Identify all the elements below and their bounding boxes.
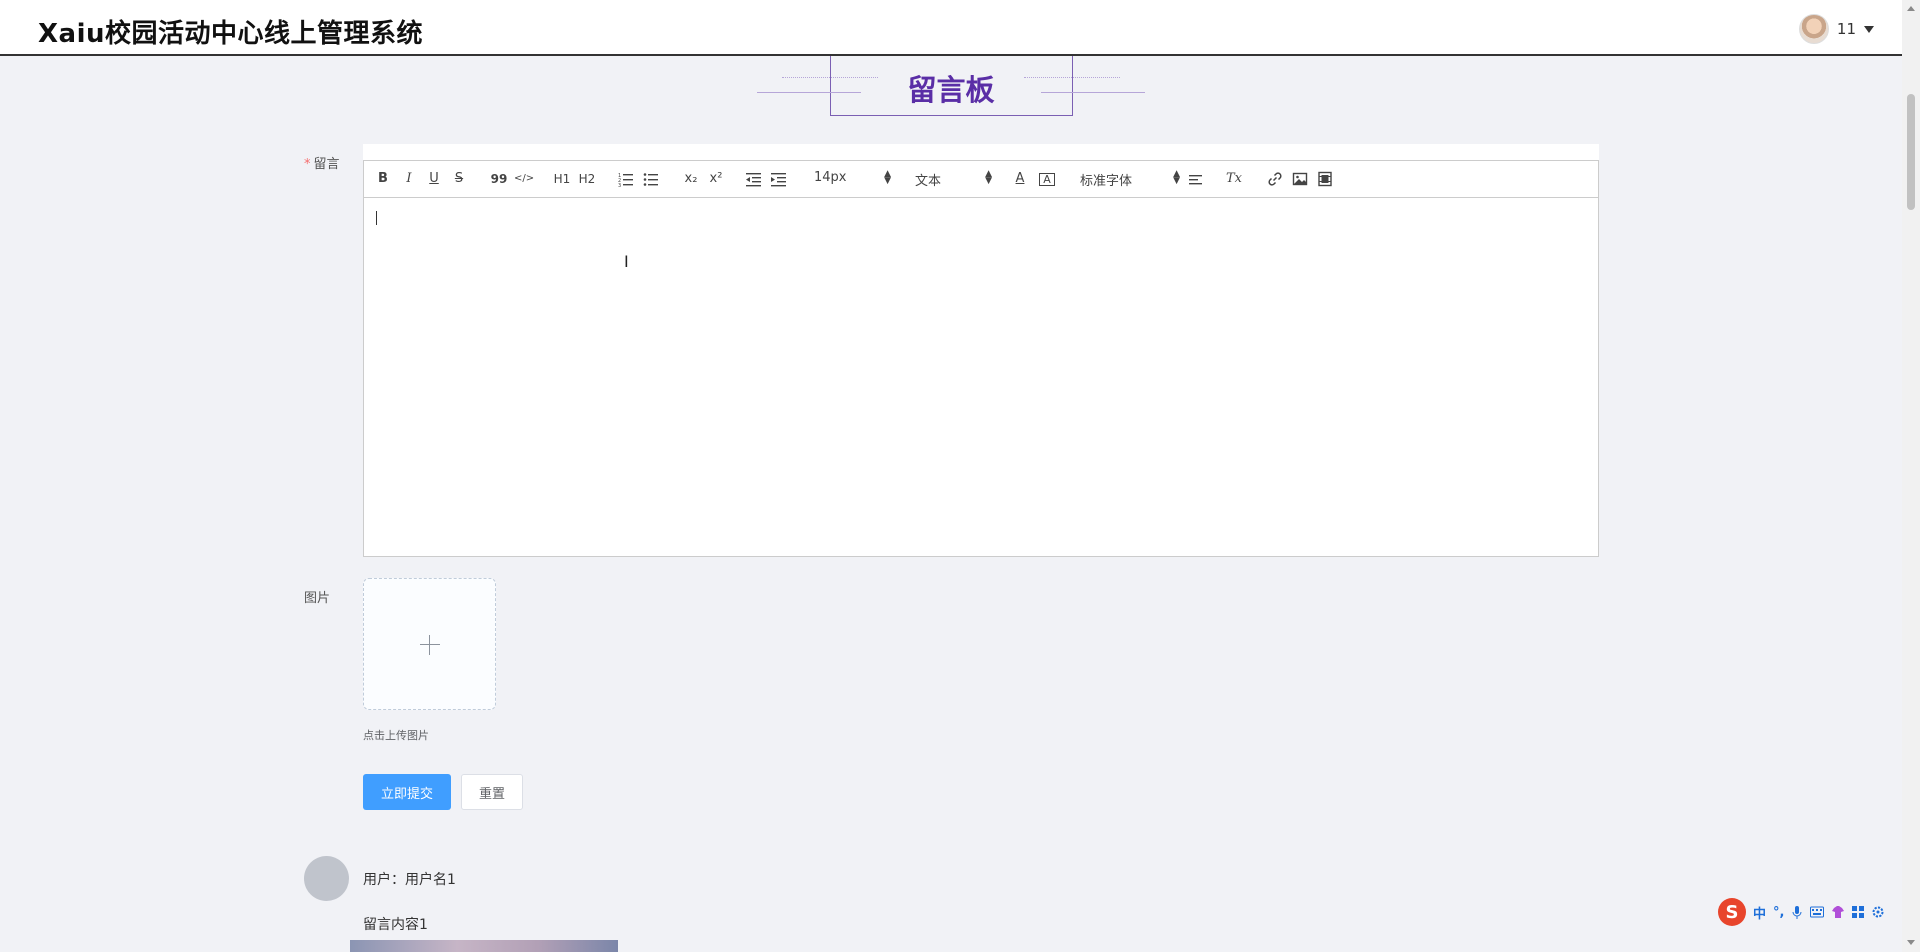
font-family-value: 标准字体 [1080,174,1133,189]
superscript-button[interactable]: x² [707,171,725,187]
gear-icon[interactable] [1871,905,1885,919]
ime-punct-toggle[interactable]: °, [1773,905,1784,920]
text-color-button[interactable]: A [1013,171,1027,187]
avatar [304,856,349,901]
text-caret [376,211,377,225]
bullet-list-icon[interactable] [643,171,659,187]
ordered-list-icon[interactable]: 123 [618,171,634,187]
background-color-button[interactable]: A [1039,173,1055,186]
upload-tip: 点击上传图片 [363,729,429,742]
message-label-text: 留言 [313,157,340,172]
user-avatar[interactable] [1798,14,1829,44]
indent-icon[interactable] [771,171,787,187]
code-block-button[interactable]: </> [514,171,534,187]
arrow-down-icon [1907,940,1915,945]
select-arrows-icon: ▲ ▼ [985,169,992,186]
app-title: Xaiu校园活动中心线上管理系统 [38,19,424,49]
font-family-select[interactable]: 标准字体 ▲ ▼ [1080,169,1180,190]
header-value: 文本 [915,174,942,189]
reset-button[interactable]: 重置 [461,774,523,810]
svg-text:3: 3 [618,183,621,187]
font-size-value: 14px [814,170,847,185]
align-left-icon[interactable] [1188,171,1204,187]
video-icon[interactable] [1317,171,1333,187]
comment-content: 留言内容1 [363,917,428,933]
required-mark: * [304,157,311,172]
image-icon[interactable] [1292,171,1308,187]
scroll-down-button[interactable] [1902,934,1920,952]
microphone-icon[interactable] [1791,905,1803,919]
ibeam-cursor-icon: I [624,252,629,271]
message-label: * 留言 [304,153,340,172]
page-scrollbar[interactable] [1902,0,1920,952]
scroll-up-button[interactable] [1902,0,1920,18]
h2-button[interactable]: H2 [577,171,597,187]
quote-button[interactable]: 99 [490,171,508,187]
header-select[interactable]: 文本 ▲ ▼ [915,169,992,190]
editor-content-area[interactable] [364,198,1598,556]
plus-icon [429,635,430,655]
font-size-select[interactable]: 14px ▲ ▼ [814,170,891,188]
scroll-thumb[interactable] [1907,94,1915,210]
sogou-logo-icon[interactable]: S [1718,898,1746,926]
image-label: 图片 [304,591,331,606]
h1-button[interactable]: H1 [552,171,572,187]
link-icon[interactable] [1267,171,1283,187]
select-arrows-icon: ▲ ▼ [1173,169,1180,186]
editor-top-strip [363,144,1599,160]
bold-button[interactable]: B [376,171,390,187]
rich-text-editor[interactable]: B I U S 99 </> H1 H2 123 x₂ x² 14px ▲▼ [363,160,1599,557]
subscript-button[interactable]: x₂ [682,171,700,187]
comment-image[interactable] [350,940,618,952]
page-title: 留言板 [907,73,995,107]
italic-button[interactable]: I [402,171,416,187]
underline-button[interactable]: U [427,171,441,187]
arrow-up-icon [1907,6,1915,11]
strike-button[interactable]: S [452,171,466,187]
chevron-down-icon[interactable] [1864,25,1874,33]
outdent-icon[interactable] [746,171,762,187]
select-arrows-icon: ▲ ▼ [884,169,891,186]
submit-button[interactable]: 立即提交 [363,774,451,810]
plus-icon [420,644,440,645]
ime-lang-toggle[interactable]: 中 [1753,903,1766,922]
clean-format-button[interactable]: Tx [1226,171,1242,187]
comment-user: 用户：用户名1 [363,872,456,888]
user-name[interactable]: 11 [1837,20,1856,38]
keyboard-icon[interactable] [1810,906,1825,918]
image-upload-box[interactable] [363,578,496,710]
editor-toolbar: B I U S 99 </> H1 H2 123 x₂ x² 14px ▲▼ [364,161,1598,198]
user-menu[interactable]: 11 [1798,14,1874,44]
grid-menu-icon[interactable] [1852,906,1865,918]
ime-toolbar[interactable]: S 中 °, [1718,894,1916,930]
top-header: Xaiu校园活动中心线上管理系统 11 [0,0,1902,56]
skin-icon[interactable] [1831,905,1845,919]
